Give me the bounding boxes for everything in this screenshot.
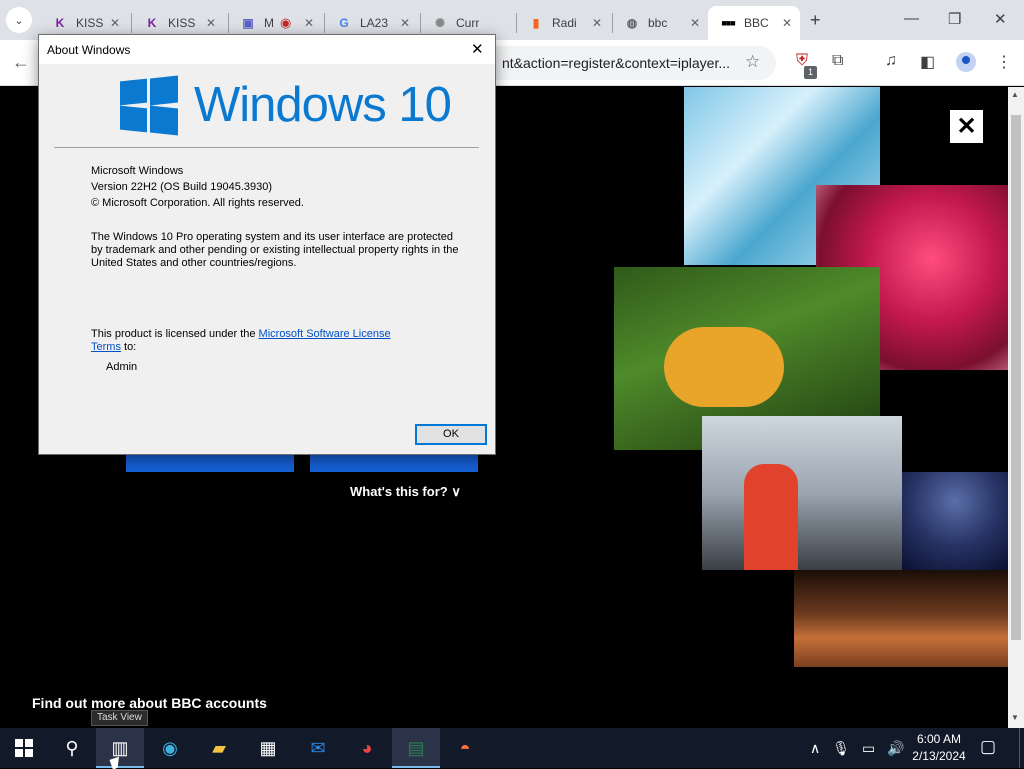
network-icon[interactable]: ▭ bbox=[862, 740, 875, 757]
bbc-blue-button[interactable] bbox=[126, 452, 294, 472]
ok-button[interactable]: OK bbox=[415, 424, 487, 445]
chrome-icon[interactable]: ◕ bbox=[343, 728, 391, 768]
browser-tab-active[interactable]: ■■■ BBC ✕ bbox=[708, 6, 800, 40]
extensions-puzzle-icon[interactable]: ⧉ bbox=[832, 52, 843, 70]
browser-tab[interactable]: ◍ bbc ✕ bbox=[612, 6, 708, 40]
recording-icon: ◉ bbox=[280, 15, 292, 30]
scroll-up-arrow-icon[interactable]: ▲ bbox=[1011, 90, 1019, 99]
os-version: Version 22H2 (OS Build 19045.3930) bbox=[91, 181, 273, 193]
mail-icon[interactable]: ✉ bbox=[294, 728, 342, 768]
teams-icon: ▣ bbox=[242, 16, 254, 30]
dialog-title: About Windows bbox=[47, 43, 131, 57]
tab-search-button[interactable]: ⌄ bbox=[6, 7, 32, 33]
task-view-tooltip: Task View bbox=[91, 710, 148, 726]
volume-icon[interactable]: 🔊 bbox=[887, 740, 904, 757]
windows-10-wordmark: Windows 10 bbox=[194, 78, 452, 132]
kiss-favicon-icon: K bbox=[147, 16, 157, 30]
google-icon: G bbox=[339, 16, 349, 30]
license-suffix: to: bbox=[120, 341, 137, 353]
bbc-blue-button[interactable] bbox=[310, 452, 478, 472]
bbc-icon: ■■■ bbox=[721, 18, 735, 28]
desert-night-photo bbox=[794, 570, 1008, 667]
spinner-icon: ✺ bbox=[434, 16, 446, 30]
clock-time: 6:00 AM bbox=[916, 732, 962, 746]
extension-badge: 1 bbox=[804, 66, 817, 79]
tab-title: M bbox=[264, 16, 274, 30]
about-windows-dialog: About Windows ✕ Windows 10 Microsoft Win… bbox=[38, 34, 496, 455]
close-tab-icon[interactable]: ✕ bbox=[400, 16, 410, 30]
scroll-down-arrow-icon[interactable]: ▼ bbox=[1011, 713, 1019, 722]
chevron-up-icon[interactable]: ∧ bbox=[810, 740, 820, 757]
radio-icon: ▮ bbox=[532, 16, 540, 30]
reporter-camera-photo bbox=[702, 416, 902, 570]
bookmark-star-icon[interactable]: ☆ bbox=[745, 52, 760, 72]
windows-start-icon bbox=[15, 739, 33, 757]
firefox-icon[interactable]: ◓ bbox=[441, 728, 489, 768]
dialog-close-icon[interactable]: ✕ bbox=[471, 40, 484, 58]
tab-title: BBC bbox=[744, 16, 769, 30]
menu-dots-icon[interactable]: ⋮ bbox=[996, 52, 1012, 72]
notification-icon[interactable]: ▢ bbox=[980, 737, 996, 757]
clock-date: 2/13/2024 bbox=[912, 749, 966, 763]
show-desktop-button[interactable] bbox=[1019, 728, 1024, 768]
close-window-icon[interactable]: ✕ bbox=[994, 10, 1007, 28]
profile-avatar-icon[interactable] bbox=[956, 52, 976, 72]
tab-title: Radi bbox=[552, 16, 577, 30]
taskbar-clock[interactable]: 6:00 AM 2/13/2024 bbox=[904, 731, 974, 765]
scrollbar-thumb[interactable] bbox=[1011, 115, 1021, 640]
close-tab-icon[interactable]: ✕ bbox=[304, 16, 314, 30]
microphone-icon[interactable]: 🎙 bbox=[832, 740, 850, 757]
search-icon[interactable]: ⚲ bbox=[48, 728, 96, 768]
store-icon[interactable]: ▦ bbox=[244, 728, 292, 768]
tab-title: KISS bbox=[168, 16, 196, 30]
licensed-user: Admin bbox=[106, 361, 138, 373]
night-sky-photo bbox=[902, 472, 1008, 570]
edge-icon[interactable]: ◉ bbox=[146, 728, 194, 768]
divider bbox=[54, 147, 479, 148]
tab-title: Curr bbox=[456, 16, 480, 30]
tab-title: bbc bbox=[648, 16, 668, 30]
tab-title: KISS bbox=[76, 16, 104, 30]
kiss-favicon-icon: K bbox=[55, 16, 65, 30]
restore-icon[interactable]: ❐ bbox=[948, 10, 961, 28]
close-tab-icon[interactable]: ✕ bbox=[110, 16, 120, 30]
browser-tab[interactable]: ▮ Radi ✕ bbox=[516, 6, 610, 40]
media-control-icon[interactable]: ♫ bbox=[885, 52, 897, 70]
close-tab-icon[interactable]: ✕ bbox=[690, 16, 700, 30]
whats-this-label: What's this for? bbox=[350, 484, 448, 499]
chevron-down-icon: ∨ bbox=[451, 484, 461, 499]
dialog-titlebar[interactable]: About Windows ✕ bbox=[39, 35, 495, 64]
globe-icon: ◍ bbox=[626, 16, 638, 30]
app-window-icon[interactable]: ▤ bbox=[392, 728, 440, 768]
copyright: © Microsoft Corporation. All rights rese… bbox=[91, 197, 304, 209]
whats-this-for-link[interactable]: What's this for? ∨ bbox=[350, 484, 461, 500]
tab-title: LA23 bbox=[360, 16, 389, 30]
close-tab-icon[interactable]: ✕ bbox=[592, 16, 602, 30]
legal-notice: The Windows 10 Pro operating system and … bbox=[91, 231, 459, 269]
close-tab-icon[interactable]: ✕ bbox=[782, 16, 792, 30]
close-tab-icon[interactable]: ✕ bbox=[206, 16, 216, 30]
url-text[interactable]: nt&action=register&context=iplayer... bbox=[502, 55, 730, 71]
os-name: Microsoft Windows bbox=[91, 165, 184, 177]
file-explorer-icon[interactable]: ▰ bbox=[195, 728, 243, 768]
license-text: This product is licensed under the Micro… bbox=[91, 328, 411, 354]
find-out-more-link[interactable]: Find out more about BBC accounts bbox=[32, 695, 267, 711]
back-arrow-icon[interactable]: ← bbox=[12, 52, 30, 73]
close-overlay-button[interactable]: ✕ bbox=[950, 110, 983, 143]
system-tray: ∧ 🎙 ▭ 🔊 bbox=[810, 728, 905, 768]
side-panel-icon[interactable]: ◧ bbox=[920, 52, 935, 72]
start-button[interactable] bbox=[0, 728, 48, 768]
windows-logo-icon bbox=[120, 75, 178, 136]
license-prefix: This product is licensed under the bbox=[91, 328, 259, 340]
minimize-icon[interactable]: — bbox=[904, 10, 919, 27]
new-tab-button[interactable]: + bbox=[810, 10, 821, 31]
